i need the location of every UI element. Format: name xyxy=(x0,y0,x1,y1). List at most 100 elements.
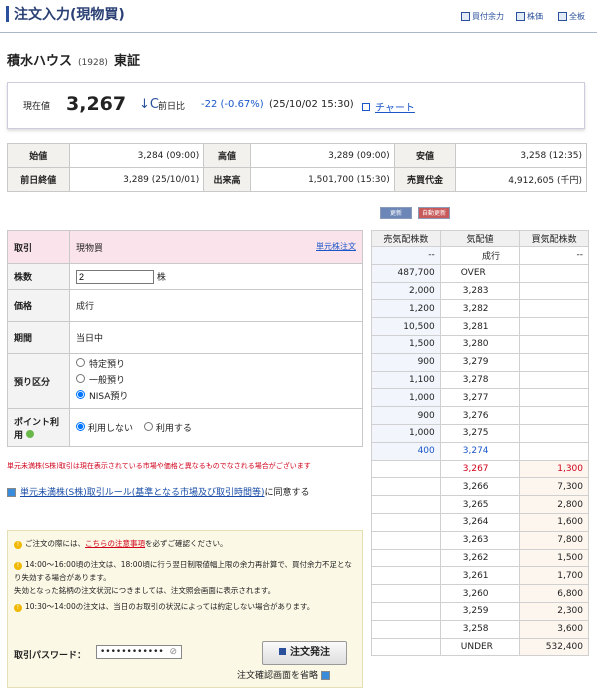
quote-price: 3,280 xyxy=(439,334,521,354)
book-row: 3,264 1,600 xyxy=(371,512,589,532)
warning-icon: ! xyxy=(14,541,22,549)
info-line-4: ! 10:30～14:00の注文は、当日のお取引の状況によっては約定しない場合があ… xyxy=(14,600,358,613)
bid-qty xyxy=(519,281,589,301)
price-change: -22 (-0.67%) xyxy=(201,99,264,110)
auto-refresh-off-button[interactable]: 自動更新 OFF xyxy=(418,207,450,229)
point-usage-label: ポイント利用 xyxy=(7,408,70,447)
ask-qty: 2,000 xyxy=(371,281,441,301)
quote-price: 3,267 xyxy=(439,459,521,479)
bid-qty xyxy=(519,370,589,390)
current-price: 3,267 xyxy=(66,93,127,115)
bid-qty xyxy=(519,299,589,319)
book-row: 400 3,274 xyxy=(371,441,589,461)
buying-power-icon xyxy=(461,12,470,21)
ask-qty: 10,500 xyxy=(371,317,441,336)
point-option-none[interactable]: 利用しない xyxy=(76,422,133,434)
book-row: 1,000 3,277 xyxy=(371,388,589,408)
quote-price: 3,278 xyxy=(439,370,521,390)
price-down-indicator: ↓C xyxy=(139,97,159,112)
quote-value: 3,258 (12:35) xyxy=(455,143,587,168)
bid-qty xyxy=(519,441,589,461)
book-row: 2,000 3,283 xyxy=(371,281,589,301)
quote-price: 3,275 xyxy=(439,423,521,443)
chart-link[interactable]: チャート xyxy=(362,99,415,114)
skip-confirm-checkbox[interactable] xyxy=(320,671,330,680)
agree-row: 単元未満株(S株)取引ルール(基準となる市場及び取引時間等)に同意する xyxy=(7,487,363,499)
ask-qty xyxy=(371,619,441,639)
warning-icon: ! xyxy=(14,562,22,570)
book-row: 1,000 3,275 xyxy=(371,423,589,443)
order-form: 取引現物買 単元株注文 株数 株 価格成行 期間当日中 預り区分 特定預り 一般預… xyxy=(7,230,363,447)
quote-table: 始値 3,284 (09:00) 高値 3,289 (09:00) 安値 3,258 (1… xyxy=(7,143,587,192)
book-row: 3,261 1,700 xyxy=(371,566,589,586)
book-row: 900 3,279 xyxy=(371,352,589,372)
quote-price: 3,260 xyxy=(439,584,521,603)
ask-qty: -- xyxy=(371,246,441,265)
book-row: 3,267 1,300 xyxy=(371,459,589,479)
quote-price: UNDER xyxy=(439,637,521,657)
bid-qty: 1,600 xyxy=(519,512,589,532)
agree-suffix: に同意する xyxy=(264,488,310,498)
page-title: 注文入力(現物買) xyxy=(14,7,125,23)
buying-power-link[interactable]: 買付余力 xyxy=(461,11,504,22)
refresh-button[interactable]: 更新 xyxy=(380,207,412,219)
bid-qty xyxy=(519,423,589,443)
quote-price: 3,282 xyxy=(439,299,521,319)
period-value: 当日中 xyxy=(69,321,363,354)
book-row: 3,260 6,800 xyxy=(371,584,589,603)
help-icon[interactable] xyxy=(26,429,35,438)
account-option-ippan[interactable]: 一般預り xyxy=(76,373,356,389)
price-type-label: 価格 xyxy=(7,289,70,322)
full-board-link[interactable]: 全板 xyxy=(558,11,585,22)
ask-qty xyxy=(371,637,441,657)
ask-qty xyxy=(371,477,441,497)
stock-price-link[interactable]: 株価 xyxy=(516,11,543,22)
chart-icon xyxy=(362,103,370,111)
quote-label: 売買代金 xyxy=(393,167,457,192)
page-header: 注文入力(現物買) 買付余力 株価 全板 xyxy=(0,0,597,33)
bid-qty: 6,800 xyxy=(519,584,589,603)
bid-qty xyxy=(519,352,589,372)
quote-value: 3,284 (09:00) xyxy=(68,143,205,168)
qty-input[interactable] xyxy=(76,269,154,284)
book-row: 1,500 3,280 xyxy=(371,334,589,354)
ask-qty xyxy=(371,495,441,514)
book-row: 3,259 2,300 xyxy=(371,601,589,621)
ask-qty: 1,000 xyxy=(371,388,441,408)
quote-label: 前日終値 xyxy=(7,167,70,192)
quote-price: 3,261 xyxy=(439,566,521,586)
point-option-use[interactable]: 利用する xyxy=(143,422,192,434)
ask-qty: 900 xyxy=(371,406,441,425)
ask-qty xyxy=(371,530,441,550)
ask-qty xyxy=(371,512,441,532)
quote-price: 3,277 xyxy=(439,388,521,408)
period-label: 期間 xyxy=(7,321,70,354)
quote-price: 3,281 xyxy=(439,317,521,336)
eye-off-icon[interactable]: ⊘ xyxy=(169,646,177,658)
bid-qty: 532,400 xyxy=(519,637,589,657)
caution-link[interactable]: こちらの注意事項 xyxy=(85,539,145,548)
quote-value: 1,501,700 (15:30) xyxy=(249,167,395,192)
account-option-nisa[interactable]: NISA預り xyxy=(76,389,356,405)
tangen-order-link[interactable]: 単元株注文 xyxy=(316,241,356,252)
quote-price: 3,258 xyxy=(439,619,521,639)
agree-checkbox[interactable] xyxy=(7,488,16,497)
account-option-tokutei[interactable]: 特定預り xyxy=(76,357,356,373)
bid-qty xyxy=(519,263,589,283)
ask-qty xyxy=(371,566,441,586)
bid-qty: 1,700 xyxy=(519,566,589,586)
quote-price: 3,259 xyxy=(439,601,521,621)
torihiki-label: 取引 xyxy=(7,230,70,264)
quote-row: 始値 3,284 (09:00) 高値 3,289 (09:00) 安値 3,258 (1… xyxy=(7,143,587,168)
book-row: -- 成行 -- xyxy=(371,246,589,265)
account-type-label: 預り区分 xyxy=(7,353,70,409)
ask-qty xyxy=(371,601,441,621)
bid-qty: 1,300 xyxy=(519,459,589,479)
quote-price: 成行 xyxy=(439,246,521,265)
quote-label: 始値 xyxy=(7,143,70,168)
submit-order-button[interactable]: 注文発注 xyxy=(262,641,347,665)
sstock-rules-link[interactable]: 単元未満株(S株)取引ルール(基準となる市場及び取引時間等) xyxy=(20,488,265,498)
ask-qty xyxy=(371,459,441,479)
ask-qty: 400 xyxy=(371,441,441,461)
password-input[interactable]: •••••••••••• ⊘ xyxy=(96,645,182,659)
